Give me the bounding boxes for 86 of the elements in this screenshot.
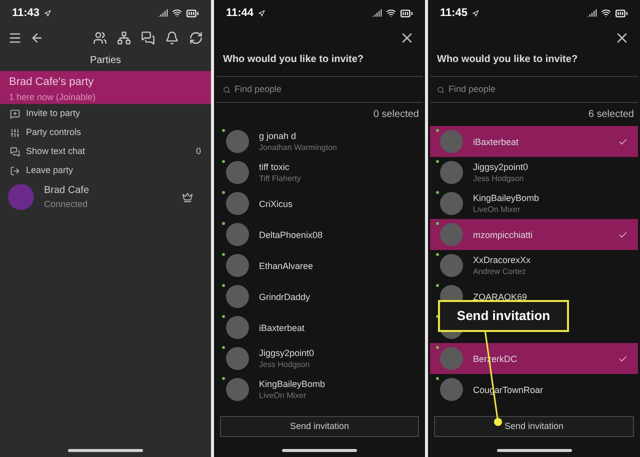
wifi-icon [386,8,396,18]
gamertag: Jiggsy2point0 [259,347,314,359]
gamertag: ZOARAOK69 [473,290,528,302]
chat-icon[interactable] [141,31,155,45]
person-row[interactable]: GrindrDaddy [216,281,423,312]
check-icon [618,136,628,146]
person-row[interactable]: KingBaileyBomb LiveOn Mixer [430,188,638,219]
search-field[interactable]: Find people [234,82,416,96]
back-icon[interactable] [30,31,44,45]
check-icon [618,230,628,240]
gamertag: Jiggsy2point0 [473,161,528,173]
member-status: Connected [44,198,89,211]
wifi-icon [172,8,182,18]
send-invitation-button[interactable]: Send invitation [434,416,634,438]
status-time: 11:43 [12,6,40,21]
real-name: Jess Hodgson [473,173,525,184]
person-row[interactable]: mzompicchiatti [430,219,638,250]
menu-item[interactable]: Leave party [26,164,74,178]
gamertag: iBaxterbeat [473,136,519,148]
gamertag: XxDracorexXx [473,254,531,266]
sliders-icon [10,128,20,138]
status-time: 11:44 [226,6,254,21]
person-row[interactable]: Jiggsy2point0 Jess Hodgson [430,157,638,188]
real-name: LiveOn Mixer [473,204,522,215]
notification-icon[interactable] [165,31,179,45]
signal-icon [587,8,597,18]
page-title: Parties [90,54,122,68]
search-icon [437,86,445,94]
location-icon [472,10,479,16]
signal-icon [372,8,382,18]
menu-icon[interactable] [8,31,22,45]
selected-count: 6 selected [588,108,634,122]
network-icon[interactable] [117,31,131,45]
gamertag: CriXicus [259,198,293,210]
gamertag: tiff toxic [259,161,290,173]
gamertag: KingBaileyBomb [259,378,326,390]
person-row[interactable]: EthanAlvaree [216,250,423,281]
real-name: Jonathan Warmington [259,142,337,153]
gamertag: mzompicchiatti [473,228,533,240]
chat-icon [10,146,20,156]
person-row[interactable]: g jonah d Jonathan Warmington [216,126,423,157]
person-row[interactable]: CriXicus [216,188,423,219]
search-icon [223,86,231,94]
location-icon [258,10,265,16]
search-field[interactable]: Find people [448,82,631,96]
crown-icon [182,192,193,202]
gamertag: g jonah d [259,130,298,142]
wifi-icon [601,8,611,18]
battery-icon [615,6,628,20]
real-name: LiveOn Mixer [259,390,308,401]
menu-item[interactable]: Party controls [26,126,82,140]
dialog-title: Who would you like to invite? [223,54,364,65]
check-icon [618,354,628,364]
person-row[interactable]: iBaxterbeat [216,312,423,343]
gamertag: EthanAlvaree [259,260,314,272]
party-header[interactable]: Brad Cafe's party 1 here now (Joinable) [0,71,211,104]
gamertag: GrindrDaddy [259,290,310,302]
real-name: Tiff Flaherty [259,173,301,184]
menu-item[interactable]: Show text chat [26,144,86,158]
status-time: 11:45 [440,6,468,21]
person-row[interactable]: tiff toxic Tiff Flaherty [216,157,423,188]
person-row[interactable]: DeltaPhoenix08 [216,219,423,250]
count-label: 0 [196,144,201,158]
send-invitation-button[interactable]: Send invitation [220,416,419,438]
selected-count: 0 selected [373,108,419,122]
location-icon [44,10,51,16]
person-row[interactable]: Jiggsy2point0 Jess Hodgson [216,343,423,374]
people-icon[interactable] [93,31,107,45]
callout-tooltip: Send invitation [438,300,569,332]
person-row[interactable]: XxDracorexXx Andrew Cortez [430,250,638,281]
battery-icon [400,6,413,20]
gamertag: DeltaPhoenix08 [259,228,323,240]
member-name: Brad Cafe [44,184,90,198]
gamertag: KingBaileyBomb [473,192,540,204]
person-row[interactable]: KingBaileyBomb LiveOn Mixer [216,374,423,405]
person-row[interactable]: iBaxterbeat [430,126,638,157]
real-name: Jess Hodgson [259,359,311,370]
exit-icon [10,166,20,176]
gamertag: iBaxterbeat [259,322,305,334]
dialog-title: Who would you like to invite? [437,54,578,65]
battery-icon [186,6,199,20]
refresh-icon[interactable] [189,31,203,45]
menu-item[interactable]: Invite to party [26,106,80,120]
real-name: Andrew Cortez [473,266,527,277]
speech-bubble-icon [10,108,20,118]
signal-icon [158,8,168,18]
